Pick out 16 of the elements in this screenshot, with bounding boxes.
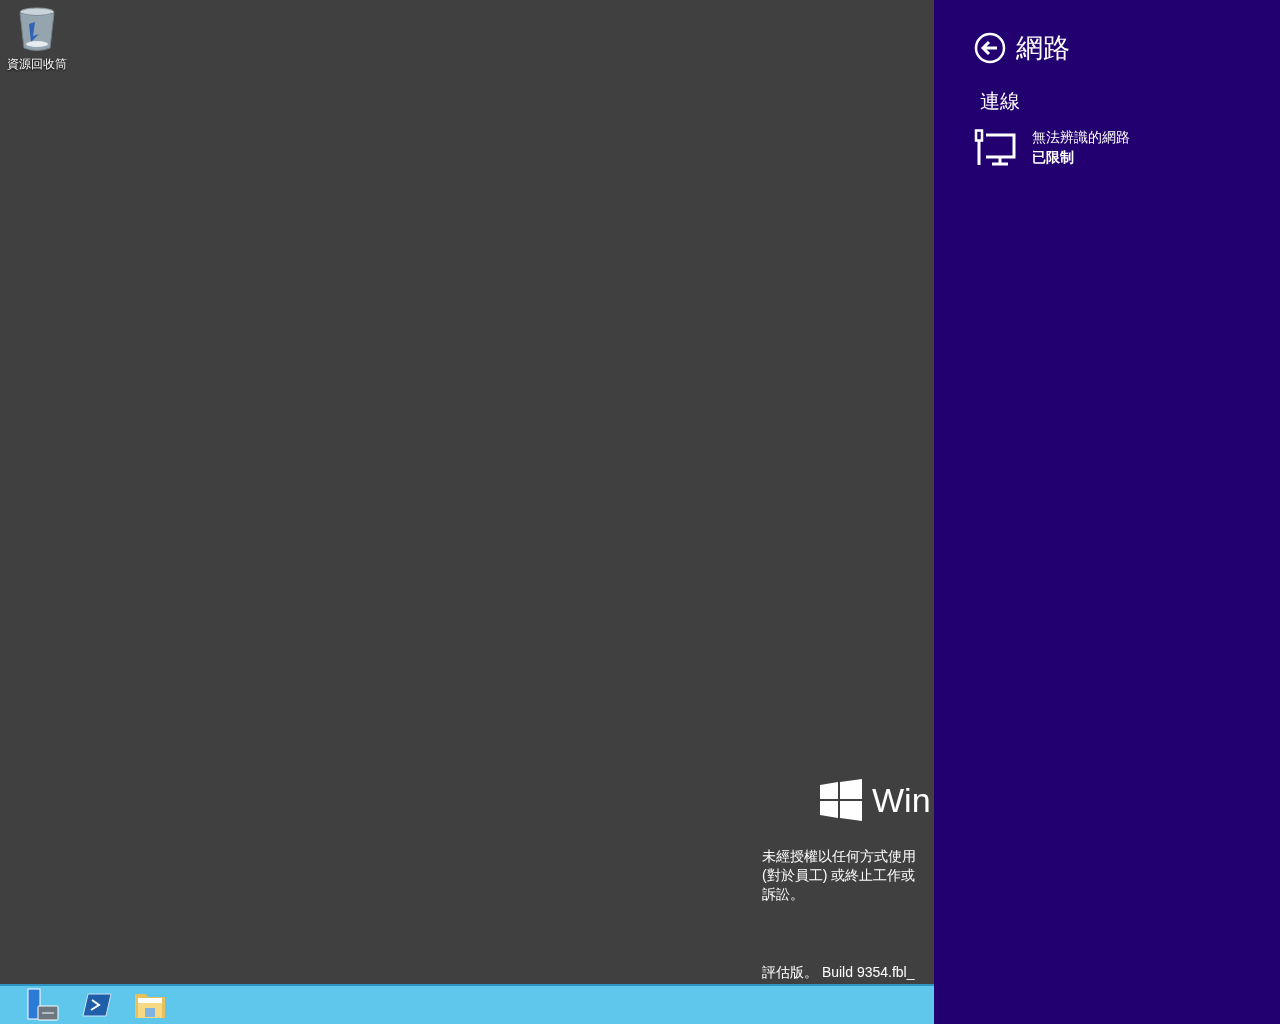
license-notice-line: (對於員工) 或終止工作或 bbox=[762, 866, 917, 885]
build-info: 評估版。 Build 9354.fbl_ bbox=[762, 964, 916, 982]
section-heading: 連線 bbox=[980, 89, 1021, 114]
brand-text: Win bbox=[872, 780, 931, 820]
wired-network-icon bbox=[974, 129, 1016, 167]
network-item[interactable]: 無法辨識的網路 已限制 bbox=[974, 129, 1130, 167]
network-name: 無法辨識的網路 bbox=[1032, 129, 1130, 147]
windows-logo-icon bbox=[820, 779, 862, 821]
terminal-icon[interactable] bbox=[82, 993, 112, 1017]
license-notice-line: 未經授權以任何方式使用 bbox=[762, 847, 917, 866]
desktop-icon[interactable]: 資源回收筒 bbox=[4, 6, 70, 73]
trash-can-icon bbox=[17, 6, 57, 52]
network-status: 已限制 bbox=[1032, 149, 1075, 167]
panel-title: 網路 bbox=[1016, 32, 1070, 65]
server-manager-icon[interactable] bbox=[26, 988, 60, 1022]
license-notice-line: 訴訟。 bbox=[762, 885, 805, 904]
